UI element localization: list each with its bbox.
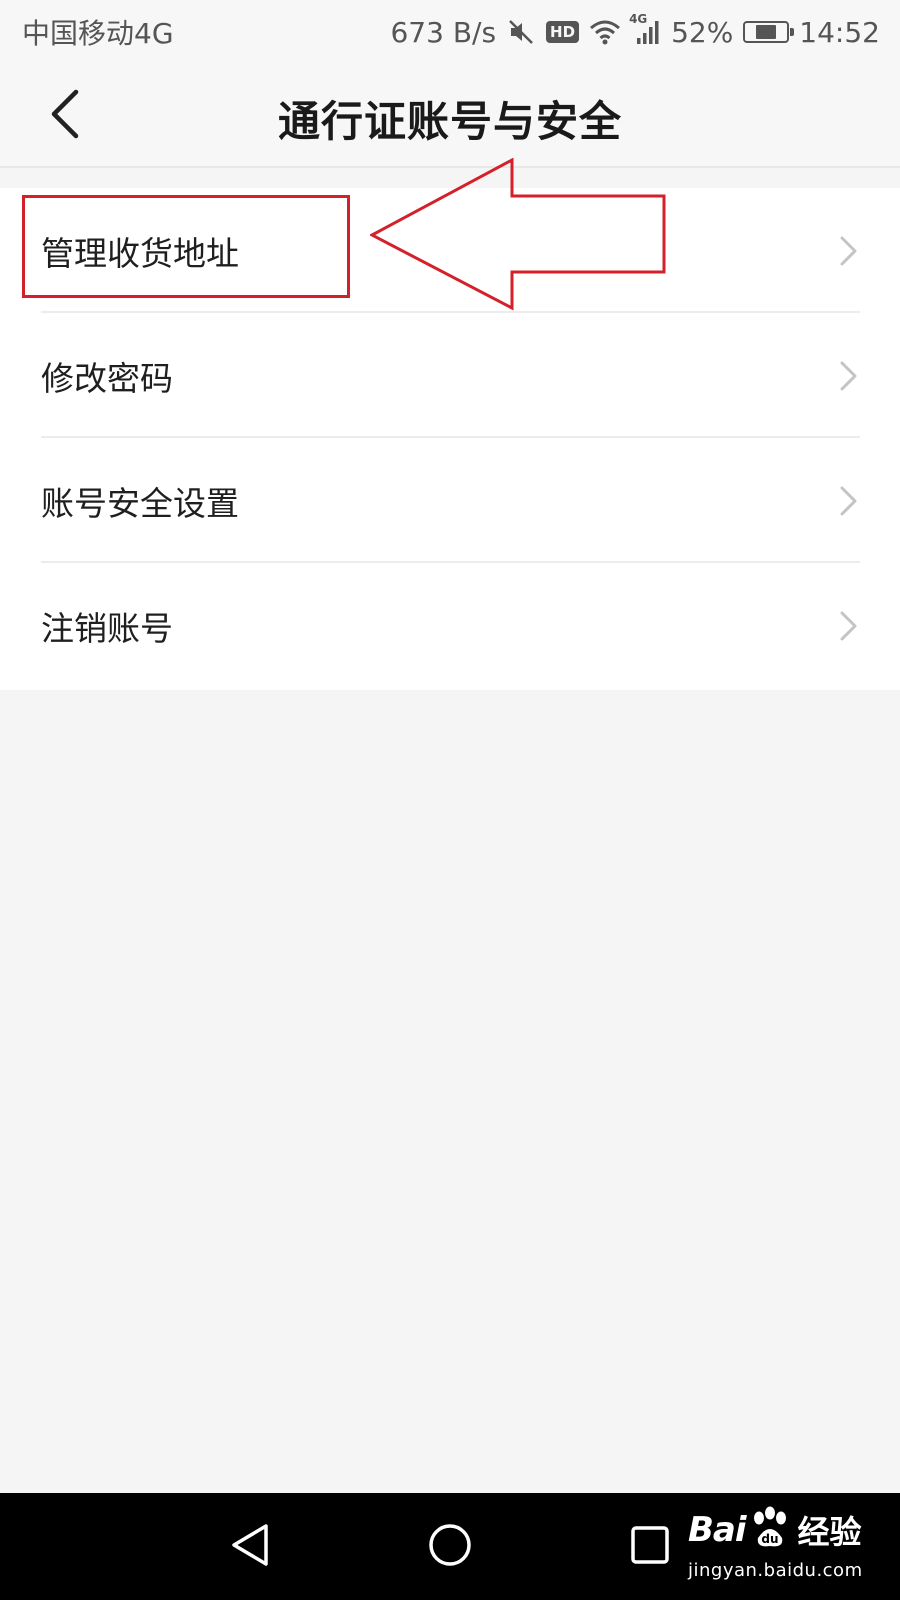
triangle-back-icon (228, 1522, 272, 1572)
menu-item-delete-account[interactable]: 注销账号 (0, 563, 900, 688)
hd-badge: HD (546, 21, 580, 43)
watermark-url: jingyan.baidu.com (688, 1560, 863, 1581)
battery-fill (756, 25, 777, 39)
square-recent-icon (629, 1524, 671, 1570)
clock: 14:52 (799, 15, 880, 49)
watermark-logo: Bai du 经验 (688, 1502, 888, 1558)
status-bar: 中国移动4G 673 B/s HD 4G 52% 14:52 (0, 0, 900, 64)
net-speed: 673 B/s (390, 15, 497, 49)
wifi-icon (589, 18, 621, 46)
network-type-label: 4G (629, 12, 648, 26)
baidu-jingyan-watermark: Bai du 经验 jingyan.baidu.com (688, 1502, 888, 1592)
svg-text:du: du (761, 1532, 778, 1546)
menu-item-label: 账号安全设置 (41, 483, 239, 523)
status-right: 673 B/s HD 4G 52% 14:52 (390, 12, 880, 49)
menu-item-label: 注销账号 (41, 608, 173, 648)
nav-recent-button[interactable] (624, 1521, 676, 1573)
menu-item-label: 修改密码 (41, 358, 173, 398)
watermark-brand-suffix: 经验 (797, 1513, 862, 1551)
nav-home-button[interactable] (424, 1521, 476, 1573)
menu-item-account-security[interactable]: 账号安全设置 (0, 438, 900, 563)
nav-back-button[interactable] (224, 1521, 276, 1573)
annotation-highlight-box (22, 195, 350, 298)
mute-icon (506, 17, 536, 47)
circle-home-icon (427, 1522, 473, 1572)
menu-item-change-password[interactable]: 修改密码 (0, 313, 900, 438)
status-left: 中国移动4G (22, 12, 174, 52)
chevron-right-icon (836, 609, 860, 643)
chevron-right-icon (836, 359, 860, 393)
paw-icon: du (750, 1506, 790, 1554)
annotation-arrow-icon (370, 158, 666, 311)
page-title: 通行证账号与安全 (277, 97, 622, 146)
battery-icon (743, 21, 795, 43)
chevron-right-icon (836, 484, 860, 518)
chevron-right-icon (836, 234, 860, 268)
carrier-label: 中国移动4G (22, 17, 174, 50)
signal-icon: 4G (629, 12, 661, 46)
battery-percent: 52% (671, 15, 734, 49)
app-header: 通行证账号与安全 (0, 64, 900, 168)
watermark-brand: Bai (688, 1510, 747, 1550)
